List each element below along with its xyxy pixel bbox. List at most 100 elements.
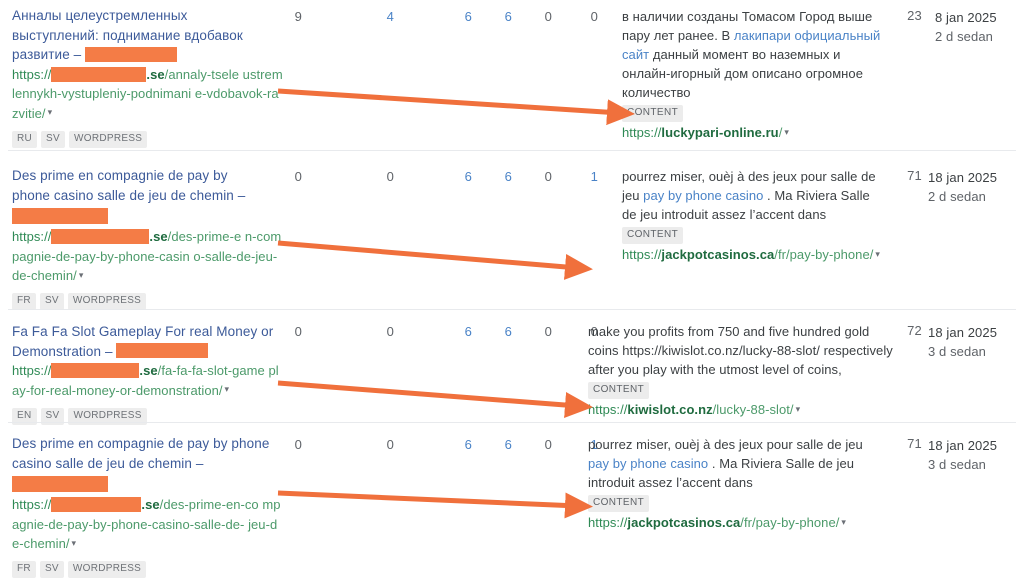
metric-col-3[interactable]: 6 — [446, 436, 472, 454]
date-cell: 18 jan 2025 2 d sedan — [928, 168, 997, 206]
date-cell: 8 jan 2025 2 d sedan — [935, 8, 997, 46]
redaction-bar — [12, 476, 108, 492]
snippet-anchor-link[interactable]: pay by phone casino — [643, 188, 763, 203]
url-domain: jackpotcasinos.ca — [627, 515, 741, 530]
redaction-bar-domain — [51, 363, 140, 379]
date-relative: 3 d sedan — [928, 344, 987, 359]
url-path: /fr/pay-by-phone/ — [774, 247, 874, 262]
url-scheme: https:// — [622, 125, 662, 140]
metric-col-2[interactable]: 4 — [368, 8, 394, 26]
url-domain: jackpotcasinos.ca — [661, 247, 775, 262]
tag-platform[interactable]: WORDPRESS — [67, 561, 147, 578]
metric-col-3[interactable]: 6 — [446, 323, 472, 341]
chevron-down-icon[interactable]: ▾ — [784, 123, 789, 142]
metric-col-5: 0 — [544, 437, 552, 452]
table-row: Des prime en compagnie de pay by phone c… — [0, 422, 1024, 578]
title-text-line: Fa Fa Fa Slot Gameplay For real Money or — [12, 324, 274, 339]
table-row: Des prime en compagnie de pay by phone c… — [0, 152, 1024, 311]
metric-col-6: 0 — [590, 9, 598, 24]
chevron-down-icon[interactable]: ▾ — [72, 534, 77, 554]
metric-col-3[interactable]: 6 — [446, 8, 472, 26]
title-text-line: Des prime en compagnie de pay by phone — [12, 436, 270, 451]
source-url[interactable]: https://.se/fa-fa-fa-slot-game play-for-… — [12, 361, 284, 401]
table-row: Анналы целеустремленных выступлений: под… — [0, 0, 1024, 152]
url-tld: .se — [139, 363, 158, 378]
metric-col-5: 0 — [544, 9, 552, 24]
tag-language[interactable]: RU — [12, 130, 38, 148]
chevron-down-icon[interactable]: ▾ — [79, 266, 84, 286]
tag-country[interactable]: SV — [41, 130, 65, 148]
row-left-column: Fa Fa Fa Slot Gameplay For real Money or… — [12, 322, 284, 425]
metric-col-4[interactable]: 6 — [486, 323, 512, 341]
date-relative: 2 d sedan — [935, 29, 994, 44]
metric-col-2: 0 — [386, 437, 394, 452]
date-cell: 18 jan 2025 3 d sedan — [928, 436, 997, 474]
result-title[interactable]: Анналы целеустремленных выступлений: под… — [12, 6, 284, 65]
date-value: 18 jan 2025 — [928, 325, 998, 340]
source-url[interactable]: https://.se/annaly-tsele ustremlennykh-v… — [12, 65, 284, 124]
chevron-down-icon[interactable]: ▾ — [225, 380, 230, 400]
redaction-bar-domain — [51, 497, 142, 513]
source-url[interactable]: https://.se/des-prime-e n-compagnie-de-p… — [12, 227, 284, 286]
chevron-down-icon[interactable]: ▾ — [841, 513, 846, 532]
metric-col-2: 0 — [386, 169, 394, 184]
tag-platform[interactable]: WORDPRESS — [69, 130, 148, 148]
url-tld: .se — [149, 229, 168, 244]
row-divider — [8, 150, 1016, 151]
metric-col-6[interactable]: 1 — [572, 168, 598, 186]
tag-country[interactable]: SV — [39, 561, 64, 578]
tag-platform[interactable]: WORDPRESS — [67, 293, 147, 311]
content-type-badge: CONTENT — [622, 227, 684, 244]
title-text-line: Demonstration – — [12, 343, 117, 359]
snippet-anchor-link[interactable]: pay by phone casino — [588, 456, 708, 471]
url-scheme: https:// — [12, 363, 52, 378]
metric-col-4[interactable]: 6 — [486, 8, 512, 26]
metric-col-3[interactable]: 6 — [446, 168, 472, 186]
content-type-badge: CONTENT — [588, 495, 650, 512]
row-content-column: make you profits from 750 and five hundr… — [588, 322, 894, 420]
url-scheme: https:// — [588, 515, 628, 530]
metric-col-1: 0 — [294, 437, 302, 452]
url-scheme: https:// — [12, 66, 52, 82]
target-url[interactable]: https://luckypari-online.ru/▾ — [622, 123, 884, 143]
metric-col-5: 0 — [544, 169, 552, 184]
row-content-column: pourrez miser, ouèj à des jeux pour sall… — [588, 435, 880, 533]
row-content-column: pourrez miser, ouèj à des jeux pour sall… — [622, 167, 884, 265]
tag-language[interactable]: FR — [12, 293, 36, 311]
referring-count: 71 — [907, 436, 922, 451]
url-path: / — [778, 125, 783, 140]
result-title[interactable]: Des prime en compagnie de pay by phone c… — [12, 166, 284, 205]
tag-language[interactable]: FR — [12, 561, 36, 578]
date-cell: 18 jan 2025 3 d sedan — [928, 323, 997, 361]
anchor-snippet: make you profits from 750 and five hundr… — [588, 322, 894, 379]
anchor-snippet: pourrez miser, ouèj à des jeux pour sall… — [588, 435, 880, 492]
metric-col-1: 9 — [294, 9, 302, 24]
url-domain: kiwislot.co.nz — [627, 402, 713, 417]
result-title[interactable]: Fa Fa Fa Slot Gameplay For real Money or… — [12, 322, 284, 361]
date-value: 18 jan 2025 — [928, 170, 998, 185]
date-relative: 2 d sedan — [928, 189, 987, 204]
title-text-line: развитие – — [12, 47, 86, 62]
metric-col-4[interactable]: 6 — [486, 436, 512, 454]
chevron-down-icon[interactable]: ▾ — [875, 245, 880, 264]
url-scheme: https:// — [12, 497, 52, 512]
content-type-badge: CONTENT — [622, 105, 684, 122]
target-url[interactable]: https://jackpotcasinos.ca/fr/pay-by-phon… — [622, 245, 884, 265]
source-url[interactable]: https://.se/des-prime-en-co mpagnie-de-p… — [12, 495, 284, 554]
anchor-snippet: в наличии созданы Томасом Город выше пар… — [622, 7, 884, 102]
tag-country[interactable]: SV — [39, 293, 64, 311]
target-url[interactable]: https://kiwislot.co.nz/lucky-88-slot/▾ — [588, 400, 894, 420]
redaction-bar-domain — [51, 229, 150, 245]
result-title[interactable]: Des prime en compagnie de pay by phone c… — [12, 434, 284, 473]
title-text-line: Des prime en compagnie de pay by — [12, 168, 228, 183]
metric-col-1: 0 — [294, 324, 302, 339]
snippet-plain-url: https://kiwislot.co.nz/lucky-88-slot/ — [622, 343, 820, 358]
url-path: /lucky-88-slot/ — [712, 402, 794, 417]
title-text-line: phone casino salle de jeu de chemin – — [12, 187, 246, 203]
tag-list: FR SV WORDPRESS — [12, 290, 284, 311]
chevron-down-icon[interactable]: ▾ — [796, 400, 801, 419]
referring-count: 72 — [907, 323, 922, 338]
metric-col-4[interactable]: 6 — [486, 168, 512, 186]
target-url[interactable]: https://jackpotcasinos.ca/fr/pay-by-phon… — [588, 513, 880, 533]
chevron-down-icon[interactable]: ▾ — [48, 103, 53, 123]
